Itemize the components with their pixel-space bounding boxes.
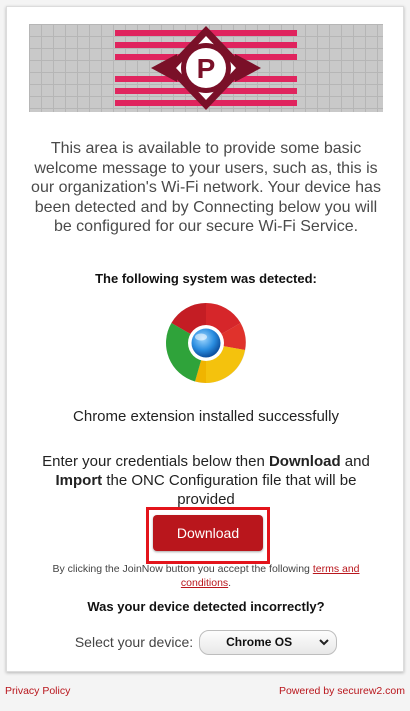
device-select-row: Select your device: Chrome OS — [7, 629, 405, 655]
device-select-value: Chrome OS — [226, 635, 293, 649]
portal-card: P This area is available to provide some… — [6, 6, 404, 672]
chrome-icon — [166, 303, 246, 384]
terms-text: By clicking the JoinNow button you accep… — [52, 563, 313, 575]
incorrect-detection-heading: Was your device detected incorrectly? — [87, 599, 325, 614]
instructions-download-word: Download — [268, 453, 341, 470]
privacy-policy-link[interactable]: Privacy Policy — [5, 685, 70, 697]
device-select-label: Select your device: — [74, 634, 194, 650]
welcome-message: This area is available to provide some b… — [31, 140, 381, 235]
terms-text: . — [228, 577, 232, 589]
powered-by-link[interactable]: Powered by securew2.com — [279, 685, 405, 697]
chevron-down-icon — [319, 638, 329, 645]
instructions-import-word: Import — [55, 472, 103, 489]
instructions-text: the ONC Configuration file that will be … — [102, 472, 357, 508]
download-instructions: Enter your credentials below then Downlo… — [27, 452, 385, 509]
device-select[interactable]: Chrome OS — [199, 629, 338, 655]
download-button[interactable]: Download — [153, 515, 263, 551]
logo-letter: P — [197, 53, 216, 84]
instructions-text: and — [340, 453, 370, 470]
terms-notice: By clicking the JoinNow button you accep… — [37, 562, 375, 590]
detected-heading: The following system was detected: — [95, 271, 317, 286]
instructions-text: Enter your credentials below then — [42, 453, 269, 470]
organization-logo-banner: P — [29, 24, 383, 112]
logo-graphic: P — [115, 26, 297, 110]
extension-status: Chrome extension installed successfully — [73, 408, 339, 425]
